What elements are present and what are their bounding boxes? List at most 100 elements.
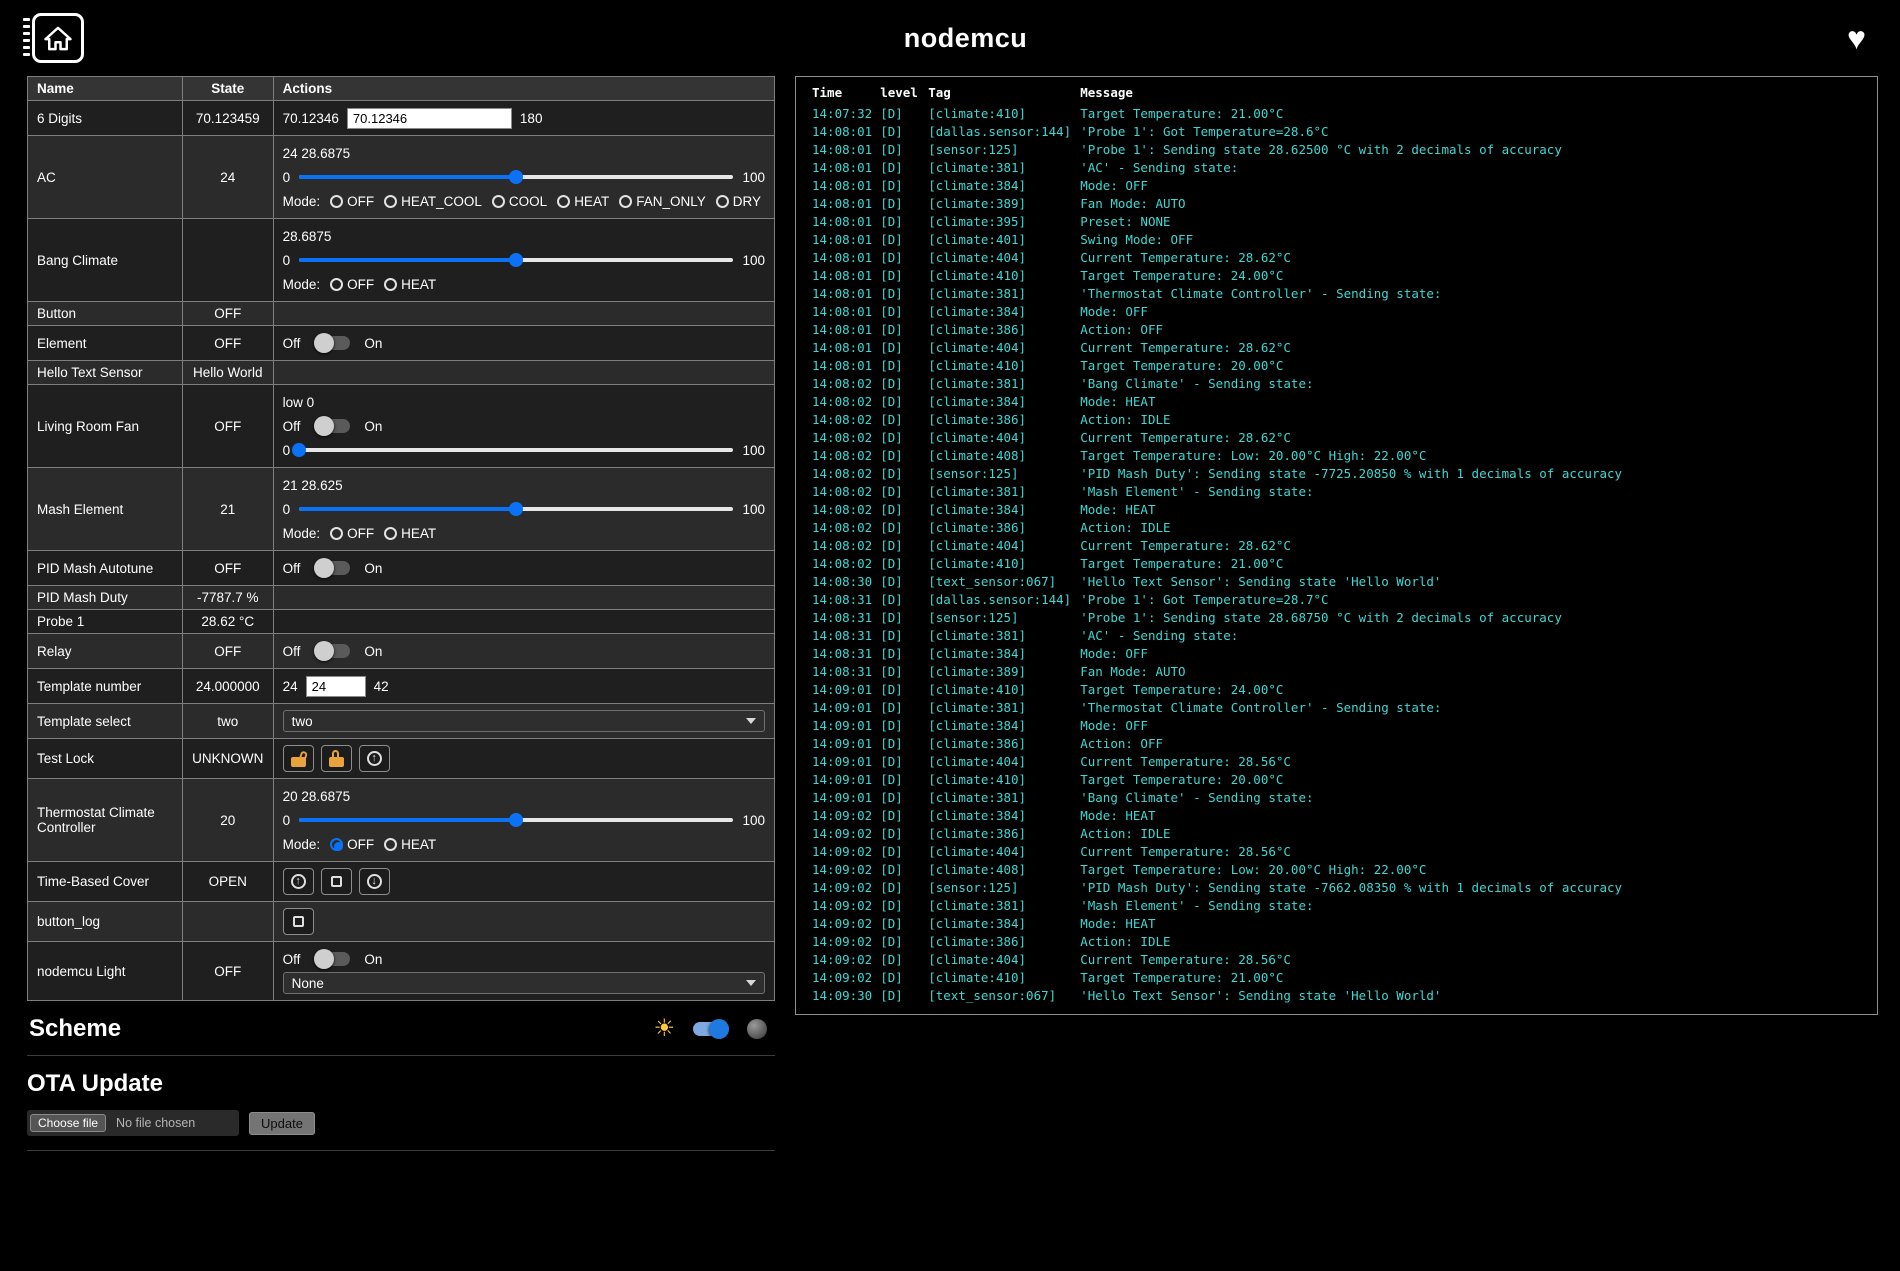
log-tag: [climate:386] <box>924 932 1076 950</box>
log-time: 14:08:01 <box>808 230 876 248</box>
table-row: button_log <box>28 902 775 942</box>
entity-actions: two <box>273 704 774 739</box>
log-message: Current Temperature: 28.56°C <box>1076 950 1865 968</box>
cover-stop-button[interactable] <box>321 868 352 895</box>
log-tag: [dallas.sensor:144] <box>924 122 1076 140</box>
lock-button[interactable] <box>321 745 352 772</box>
select[interactable]: None <box>283 972 765 994</box>
entity-state: OFF <box>182 942 273 1001</box>
log-time: 14:08:02 <box>808 428 876 446</box>
log-tag: [climate:410] <box>924 554 1076 572</box>
log-row: 14:08:02[D][climate:384]Mode: HEAT <box>808 500 1865 518</box>
radio-dry[interactable]: DRY <box>716 194 761 209</box>
log-message: Mode: HEAT <box>1076 806 1865 824</box>
log-level: [D] <box>876 824 924 842</box>
radio-label: COOL <box>509 194 547 209</box>
slider[interactable] <box>299 252 733 268</box>
log-row: 14:08:01[D][climate:404]Current Temperat… <box>808 338 1865 356</box>
slider-thumb[interactable] <box>509 813 523 827</box>
log-panel: TimelevelTagMessage 14:07:32[D][climate:… <box>795 76 1878 1015</box>
toggle-switch[interactable] <box>314 561 350 575</box>
unlock-button[interactable] <box>283 745 314 772</box>
radio-off[interactable]: OFF <box>330 194 374 209</box>
log-level: [D] <box>876 878 924 896</box>
toggle-switch[interactable] <box>314 336 350 350</box>
stop-icon <box>331 876 342 887</box>
page-title: nodemcu <box>84 23 1847 54</box>
radio-off[interactable]: OFF <box>330 526 374 541</box>
slider[interactable] <box>299 442 733 458</box>
value-input[interactable] <box>306 676 366 697</box>
radio-heat[interactable]: HEAT <box>384 277 436 292</box>
log-time: 14:08:02 <box>808 410 876 428</box>
open-button[interactable]: ↑ <box>359 745 390 772</box>
scheme-toggle[interactable] <box>693 1022 729 1036</box>
entity-name: Template select <box>28 704 183 739</box>
log-col-message: Message <box>1076 83 1865 104</box>
toggle-switch[interactable] <box>314 644 350 658</box>
log-level: [D] <box>876 248 924 266</box>
log-level: [D] <box>876 698 924 716</box>
cover-close-button[interactable]: ↓ <box>359 868 390 895</box>
log-tag: [climate:381] <box>924 896 1076 914</box>
log-time: 14:08:01 <box>808 140 876 158</box>
log-level: [D] <box>876 752 924 770</box>
entity-actions: 70.12346180 <box>273 101 774 136</box>
radio-icon <box>330 195 343 208</box>
entity-state: 20 <box>182 779 273 862</box>
toggle-on-label: On <box>364 419 382 434</box>
slider[interactable] <box>299 501 733 517</box>
radio-cool[interactable]: COOL <box>492 194 547 209</box>
cover-open-button[interactable]: ↑ <box>283 868 314 895</box>
log-time: 14:09:30 <box>808 986 876 1004</box>
log-time: 14:08:02 <box>808 464 876 482</box>
log-tag: [climate:408] <box>924 446 1076 464</box>
home-icon <box>43 25 73 52</box>
radio-heat[interactable]: HEAT <box>384 526 436 541</box>
radio-heat_cool[interactable]: HEAT_COOL <box>384 194 482 209</box>
entity-actions: OffOn <box>273 634 774 669</box>
table-row: Probe 128.62 °C <box>28 610 775 634</box>
file-input[interactable]: Choose file No file chosen <box>27 1110 239 1136</box>
toggle-switch[interactable] <box>314 419 350 433</box>
entity-name: Probe 1 <box>28 610 183 634</box>
select-value: None <box>292 976 324 991</box>
entity-actions: ↑↓ <box>273 862 774 902</box>
entities-body: 6 Digits70.12345970.12346180AC2424 28.68… <box>28 101 775 1001</box>
slider-thumb[interactable] <box>509 253 523 267</box>
press-button[interactable] <box>283 908 314 935</box>
choose-file-button[interactable]: Choose file <box>30 1114 106 1132</box>
entity-actions: 28.68750100Mode:OFFHEAT <box>273 219 774 302</box>
log-tag: [sensor:125] <box>924 608 1076 626</box>
log-row: 14:08:01[D][dallas.sensor:144]'Probe 1':… <box>808 122 1865 140</box>
slider-thumb[interactable] <box>292 443 306 457</box>
table-row: PID Mash Duty-7787.7 % <box>28 586 775 610</box>
entity-actions: low 0OffOn0100 <box>273 385 774 468</box>
value-input[interactable] <box>347 108 512 129</box>
slider-thumb[interactable] <box>509 502 523 516</box>
column-header-state: State <box>182 77 273 101</box>
entity-actions <box>273 302 774 326</box>
log-message: 'Probe 1': Sending state 28.68750 °C wit… <box>1076 608 1865 626</box>
select[interactable]: two <box>283 710 765 732</box>
slider[interactable] <box>299 812 733 828</box>
radio-off[interactable]: OFF <box>330 277 374 292</box>
slider-max-label: 100 <box>742 443 765 458</box>
toggle-off-label: Off <box>283 952 301 967</box>
table-row: Bang Climate28.68750100Mode:OFFHEAT <box>28 219 775 302</box>
entity-name: Relay <box>28 634 183 669</box>
radio-fan_only[interactable]: FAN_ONLY <box>619 194 706 209</box>
slider-thumb[interactable] <box>509 170 523 184</box>
radio-heat[interactable]: HEAT <box>557 194 609 209</box>
entity-name: AC <box>28 136 183 219</box>
update-button[interactable]: Update <box>249 1112 315 1135</box>
toggle-switch[interactable] <box>314 952 350 966</box>
column-header-name: Name <box>28 77 183 101</box>
slider[interactable] <box>299 169 733 185</box>
radio-heat[interactable]: HEAT <box>384 837 436 852</box>
radio-off[interactable]: OFF <box>330 837 374 852</box>
arrow-down-icon: ↓ <box>367 874 382 889</box>
action-text: 21 28.625 <box>283 478 343 493</box>
log-time: 14:09:01 <box>808 788 876 806</box>
log-time: 14:08:01 <box>808 176 876 194</box>
